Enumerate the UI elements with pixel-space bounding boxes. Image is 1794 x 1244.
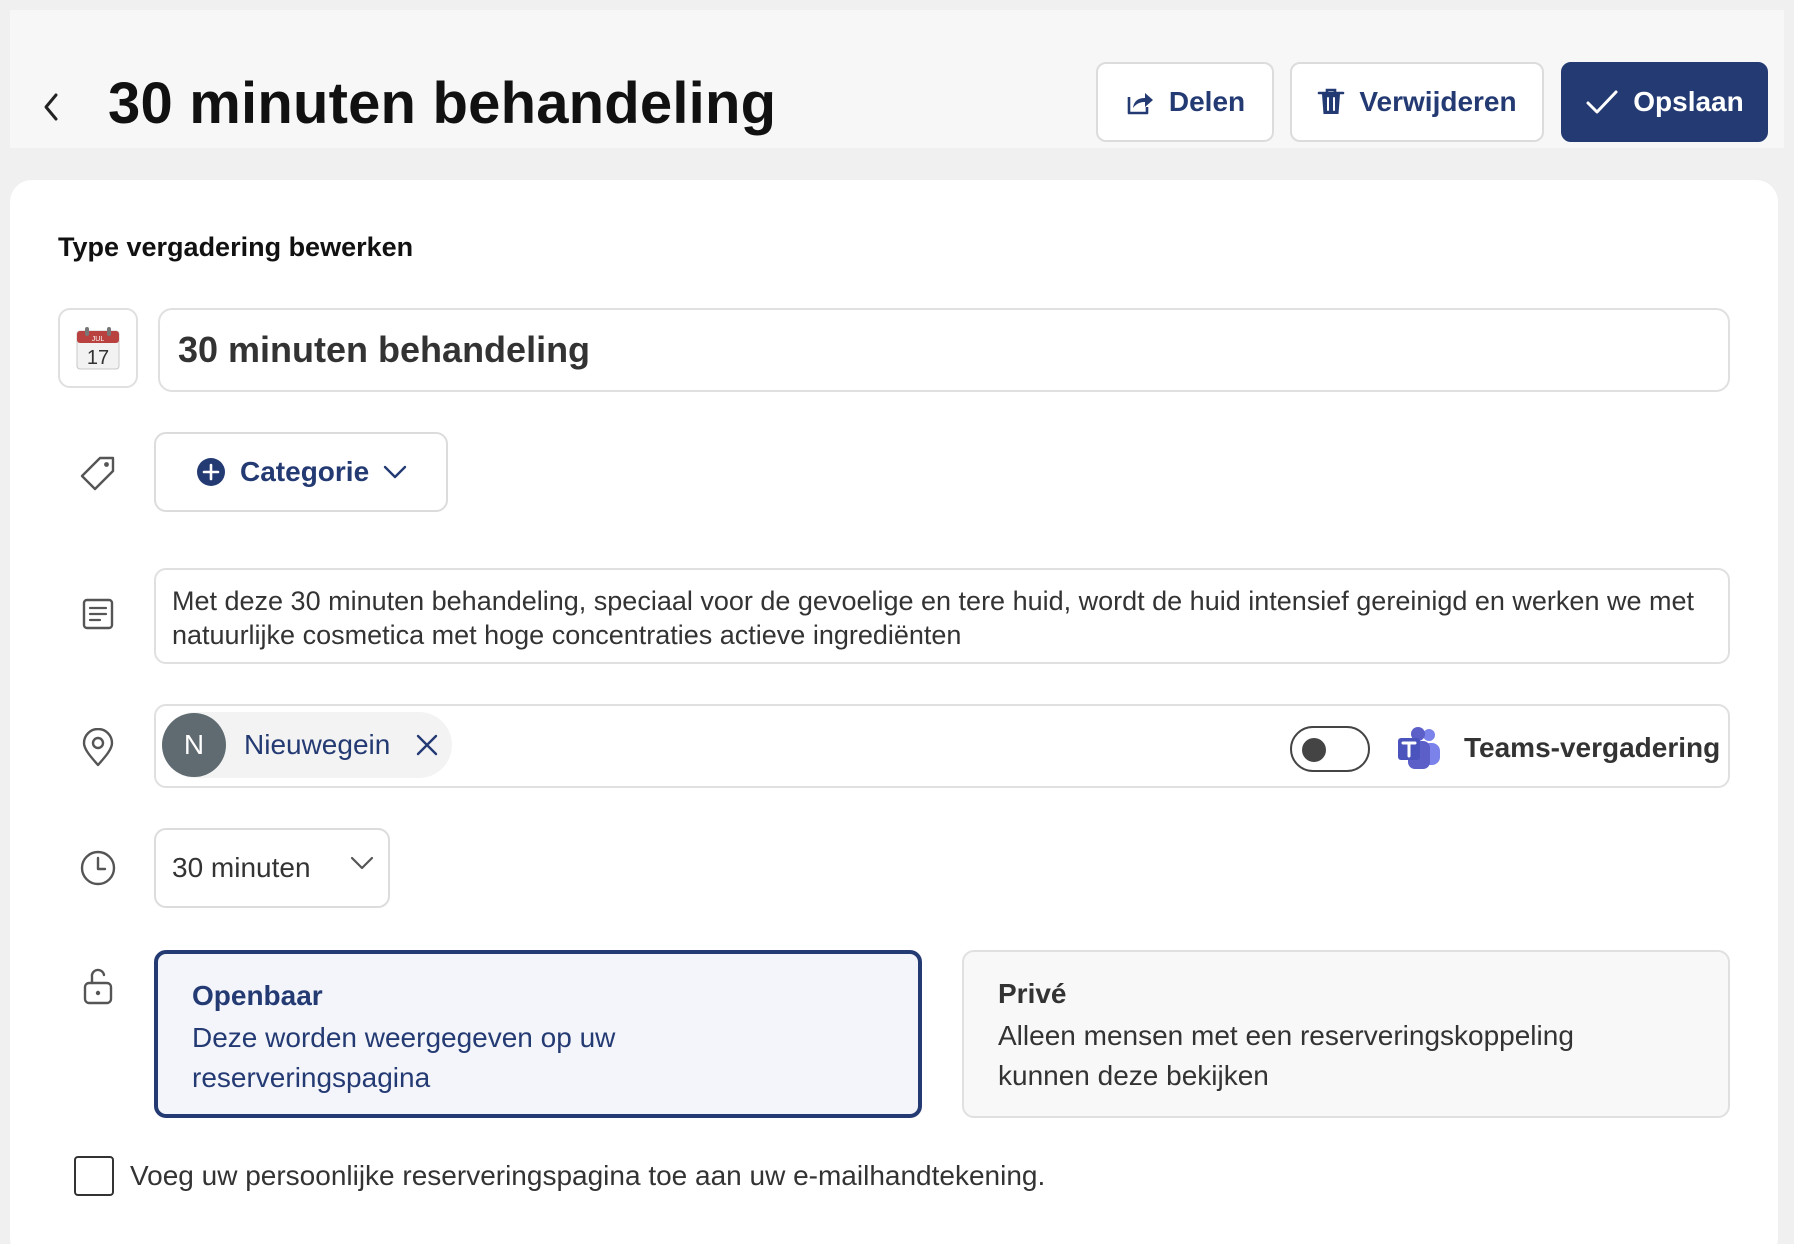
share-icon	[1127, 93, 1153, 115]
category-label: Categorie	[240, 456, 370, 487]
visibility-private-title: Privé	[998, 978, 1067, 1009]
visibility-public-title: Openbaar	[192, 980, 323, 1011]
page-title: 30 minuten behandeling	[108, 71, 777, 136]
visibility-public-description: Deze worden weergegeven op uw reserverin…	[192, 1022, 616, 1093]
duration-value: 30 minuten	[172, 852, 311, 883]
location-chip-label: Nieuwegein	[244, 729, 391, 760]
email-signature-checkbox[interactable]	[74, 1156, 114, 1196]
location-pin-icon	[76, 726, 120, 770]
description-textarea[interactable]: Met deze 30 minuten behandeling, speciaa…	[154, 568, 1730, 664]
page-header: 30 minuten behandeling Delen Verwijderen…	[10, 10, 1784, 148]
meeting-title-input[interactable]	[158, 308, 1730, 392]
location-chip[interactable]: N Nieuwegein	[162, 712, 452, 778]
location-avatar: N	[162, 713, 226, 777]
category-dropdown[interactable]: Categorie	[154, 432, 448, 512]
checkmark-icon	[1586, 90, 1618, 114]
edit-form-card: Type vergadering bewerken JUL 17 Categor…	[10, 180, 1778, 1244]
visibility-private-description: Alleen mensen met een reserveringskoppel…	[998, 1020, 1574, 1091]
save-button[interactable]: Opslaan	[1561, 62, 1768, 142]
toggle-knob	[1302, 738, 1326, 762]
visibility-option-private[interactable]: Privé Alleen mensen met een reserverings…	[962, 950, 1730, 1118]
text-description-icon	[76, 592, 120, 636]
calendar-icon: JUL 17	[76, 327, 120, 370]
location-field[interactable]: N Nieuwegein Teams-vergadering	[154, 704, 1730, 788]
chevron-down-icon	[350, 856, 374, 870]
tag-icon	[76, 452, 120, 496]
meeting-icon-picker[interactable]: JUL 17	[58, 308, 138, 388]
close-icon	[417, 734, 438, 756]
calendar-icon-day: 17	[87, 347, 109, 369]
chevron-down-icon	[383, 465, 407, 479]
calendar-icon-month: JUL	[92, 336, 105, 343]
teams-meeting-label: Teams-vergadering	[1464, 732, 1721, 763]
email-signature-label: Voeg uw persoonlijke reserveringspagina …	[130, 1160, 1046, 1191]
trash-icon	[1318, 88, 1345, 114]
teams-meeting-toggle[interactable]	[1290, 726, 1370, 772]
clock-icon	[76, 846, 120, 890]
share-button[interactable]: Delen	[1096, 62, 1274, 142]
section-title: Type vergadering bewerken	[58, 232, 414, 262]
duration-dropdown[interactable]: 30 minuten	[154, 828, 390, 908]
remove-location-button[interactable]	[412, 730, 442, 760]
delete-label: Verwijderen	[1359, 86, 1517, 117]
teams-icon	[1398, 727, 1440, 769]
delete-button[interactable]: Verwijderen	[1290, 62, 1544, 142]
chevron-left-icon	[44, 93, 58, 121]
save-label: Opslaan	[1633, 86, 1744, 117]
lock-open-icon	[76, 964, 120, 1008]
back-button[interactable]	[36, 84, 66, 130]
add-circle-icon	[197, 458, 225, 486]
visibility-option-public[interactable]: Openbaar Deze worden weergegeven op uw r…	[154, 950, 922, 1118]
share-label: Delen	[1168, 86, 1246, 117]
